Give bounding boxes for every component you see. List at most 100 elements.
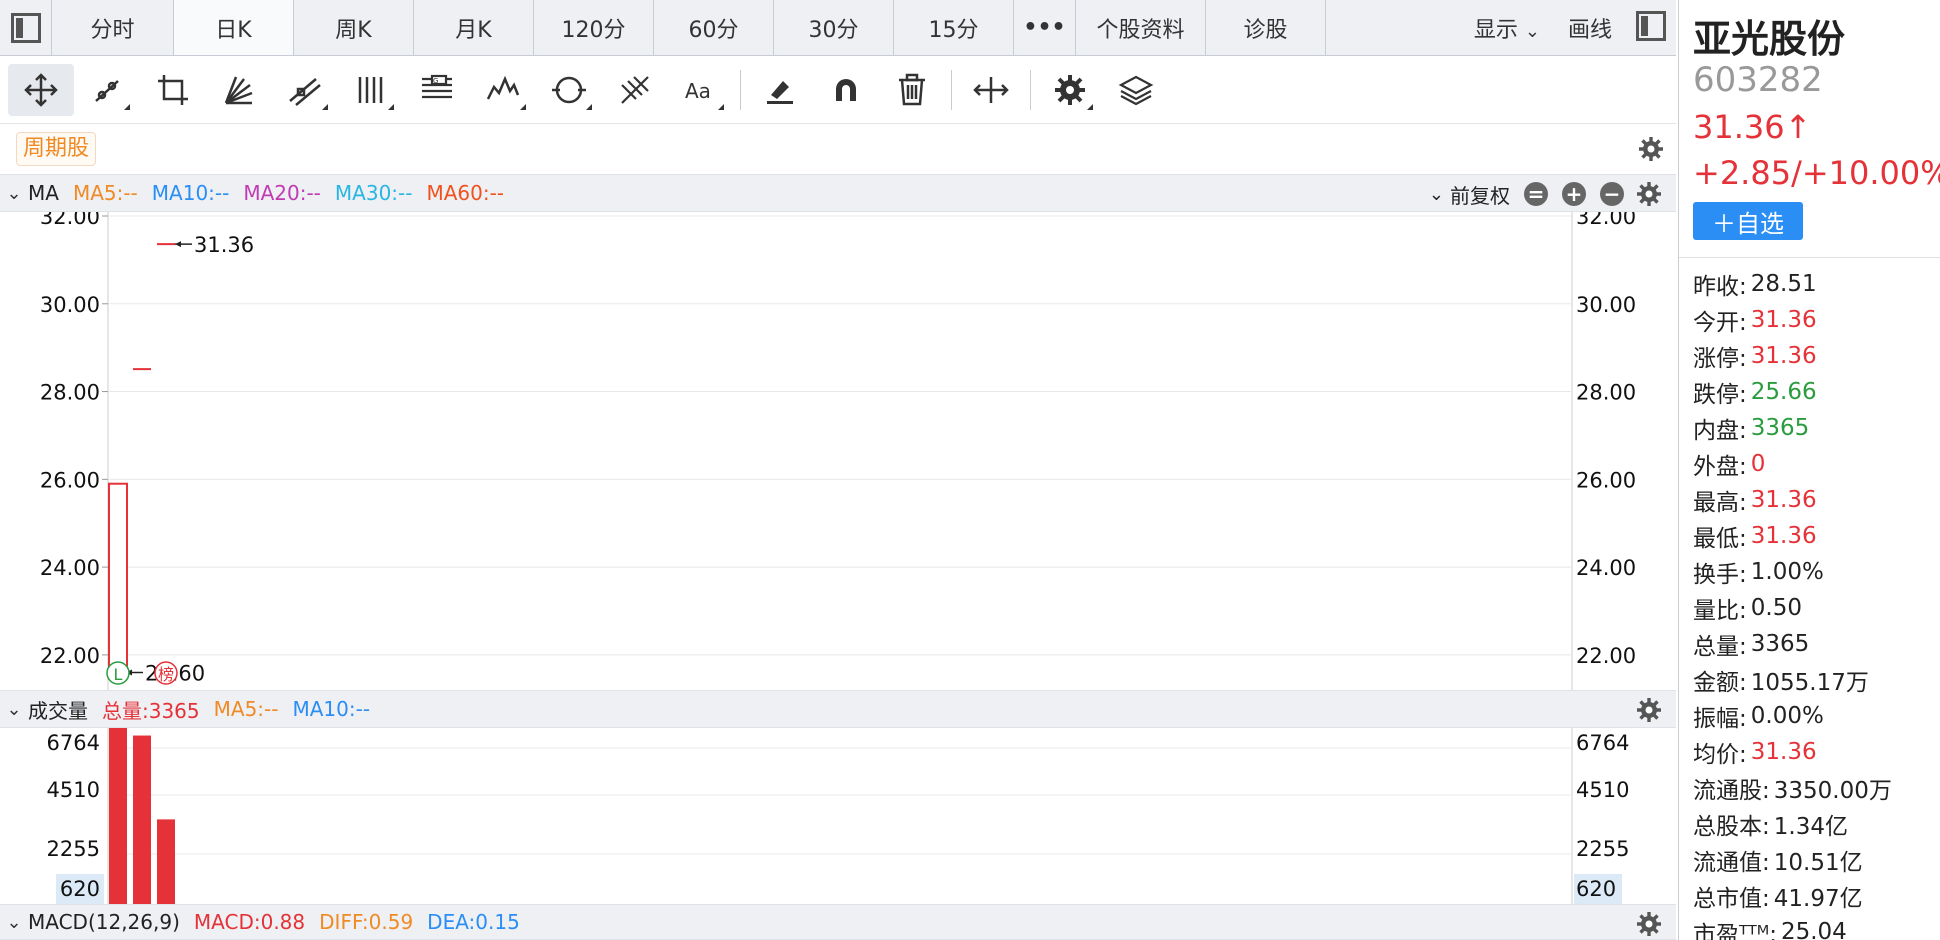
stat-value: 31.36	[1750, 487, 1817, 513]
stock-info-panel: 亚光股份 603282 31.36↑ +2.85/+10.00% ＋自选 昨收:…	[1678, 0, 1940, 940]
fibonacci-icon	[621, 75, 649, 104]
stat-row: 今开: 31.36	[1693, 302, 1940, 338]
volume-chart[interactable]: 6764 6764 4510 4510 2255 2255 620 620	[0, 728, 1676, 904]
horizontal-expand-icon	[973, 76, 1009, 103]
period-tab-bar: 分时 日K 周K 月K 120分 60分 30分 15分 ••• 个股资料 诊股…	[0, 0, 1676, 56]
tab-30min[interactable]: 30分	[774, 0, 894, 55]
tool-settings[interactable]	[1037, 64, 1103, 116]
gear-icon[interactable]	[1638, 136, 1664, 162]
gear-icon[interactable]	[1636, 181, 1662, 207]
display-dropdown[interactable]: 显示 ⌄	[1460, 12, 1554, 44]
y-tick-label-right: 26.00	[1576, 468, 1636, 492]
cycle-tool[interactable]	[536, 64, 602, 116]
stat-row: 总量: 3365	[1693, 626, 1940, 662]
ma-header-controls: ⌄ 前复权 = + −	[1429, 175, 1662, 213]
stat-row: 总股本: 1.34亿	[1693, 806, 1940, 842]
stat-label: 流通值:	[1693, 850, 1770, 876]
tab-stock-profile[interactable]: 个股资料	[1076, 0, 1206, 55]
gann-tool[interactable]: G	[404, 64, 470, 116]
stat-label: 最低:	[1693, 526, 1747, 552]
tab-diagnose[interactable]: 诊股	[1206, 0, 1326, 55]
y-tick-label-left: 24.00	[40, 556, 100, 580]
tab-monthly-k[interactable]: 月K	[414, 0, 534, 55]
parallel-line-tool[interactable]	[272, 64, 338, 116]
vertical-lines-tool[interactable]	[338, 64, 404, 116]
text-tool[interactable]: Aa	[668, 64, 734, 116]
tab-120min[interactable]: 120分	[534, 0, 654, 55]
stat-label: 均价:	[1693, 742, 1747, 768]
volume-total: 总量:3365	[102, 698, 200, 723]
y-tick-label-right: 30.00	[1576, 293, 1636, 317]
eraser-tool[interactable]	[747, 64, 813, 116]
stat-row: 最低: 31.36	[1693, 518, 1940, 554]
reset-zoom-icon[interactable]: =	[1524, 182, 1548, 206]
stat-value: 41.97亿	[1773, 886, 1863, 912]
line-segment-tool[interactable]	[74, 64, 140, 116]
fibonacci-tool[interactable]	[602, 64, 668, 116]
toggle-right-panel-button[interactable]	[1626, 10, 1676, 45]
stat-label: 换手:	[1693, 562, 1747, 588]
stat-value: 31.36	[1750, 307, 1817, 333]
draw-line-button[interactable]: 画线	[1554, 12, 1626, 44]
y-tick-label-left: 22.00	[40, 644, 100, 668]
volume-header: ⌄ 成交量 总量:3365 MA5:-- MA10:--	[0, 690, 1676, 728]
move-tool[interactable]	[8, 63, 74, 116]
crop-tool[interactable]	[140, 64, 206, 116]
zoom-out-icon[interactable]: −	[1600, 182, 1624, 206]
tab-weekly-k[interactable]: 周K	[294, 0, 414, 55]
stat-label: 跌停:	[1693, 382, 1747, 408]
stat-value: 31.36	[1750, 343, 1817, 369]
wave-icon	[486, 75, 520, 100]
cycle-icon	[552, 76, 586, 103]
collapse-chevron-icon[interactable]: ⌄	[0, 183, 28, 204]
price-chart[interactable]: 32.00 32.00 30.00 30.00 28.00 28.00 26.00 26.00…	[0, 212, 1676, 690]
macd-header-controls	[1636, 905, 1662, 940]
gear-icon[interactable]	[1636, 697, 1662, 723]
stat-value: 0.50	[1750, 595, 1802, 621]
adjust-dropdown[interactable]: 前复权	[1450, 180, 1510, 209]
tab-15min[interactable]: 15分	[894, 0, 1014, 55]
tab-intraday[interactable]: 分时	[52, 0, 174, 55]
delete-tool[interactable]	[879, 64, 945, 116]
stat-value: 3365	[1750, 631, 1810, 657]
drawing-toolbar: G Aa	[0, 56, 1676, 124]
collapse-chevron-icon[interactable]: ⌄	[0, 699, 28, 720]
stat-row: 均价: 31.36	[1693, 734, 1940, 770]
stat-row: 换手: 1.00%	[1693, 554, 1940, 590]
wave-tool[interactable]	[470, 64, 536, 116]
dea-value: DEA:0.15	[427, 910, 520, 934]
macd-value: MACD:0.88	[193, 910, 306, 934]
stat-value: 10.51亿	[1773, 850, 1863, 876]
stat-row: 内盘: 3365	[1693, 410, 1940, 446]
stat-value: 25.66	[1750, 379, 1817, 405]
y-tick-label-left: 30.00	[40, 293, 100, 317]
bang-marker-label: 榜	[158, 665, 174, 684]
stat-label: 总市值:	[1693, 886, 1770, 912]
stat-row: 流通值: 10.51亿	[1693, 842, 1940, 878]
fan-tool[interactable]	[206, 64, 272, 116]
toggle-left-panel-button[interactable]	[0, 0, 52, 55]
stat-row: 涨停: 31.36	[1693, 338, 1940, 374]
layers-tool[interactable]	[1103, 64, 1169, 116]
text-tool-icon: Aa	[685, 79, 711, 103]
add-to-watchlist-button[interactable]: ＋自选	[1693, 202, 1803, 240]
cyclical-stock-tag[interactable]: 周期股	[16, 132, 97, 166]
more-tabs-button[interactable]: •••	[1014, 0, 1076, 55]
gear-icon[interactable]	[1636, 911, 1662, 937]
stat-label: 涨停:	[1693, 346, 1747, 372]
parallel-line-icon	[289, 77, 321, 106]
tab-60min[interactable]: 60分	[654, 0, 774, 55]
y-tick-label-left: 32.00	[40, 212, 100, 229]
stat-row: 外盘: 0	[1693, 446, 1940, 482]
expand-tool[interactable]	[958, 64, 1024, 116]
stat-value: 1.34亿	[1773, 814, 1848, 840]
chevron-down-icon[interactable]: ⌄	[1429, 184, 1444, 205]
y-tick-label-right: 620	[1576, 877, 1616, 901]
magnet-tool[interactable]	[813, 64, 879, 116]
tab-daily-k[interactable]: 日K	[174, 0, 294, 55]
zoom-in-icon[interactable]: +	[1562, 182, 1586, 206]
volume-title: 成交量	[28, 698, 88, 723]
volume-header-controls	[1636, 691, 1662, 729]
stat-label: 外盘:	[1693, 454, 1747, 480]
collapse-chevron-icon[interactable]: ⌄	[0, 912, 28, 933]
